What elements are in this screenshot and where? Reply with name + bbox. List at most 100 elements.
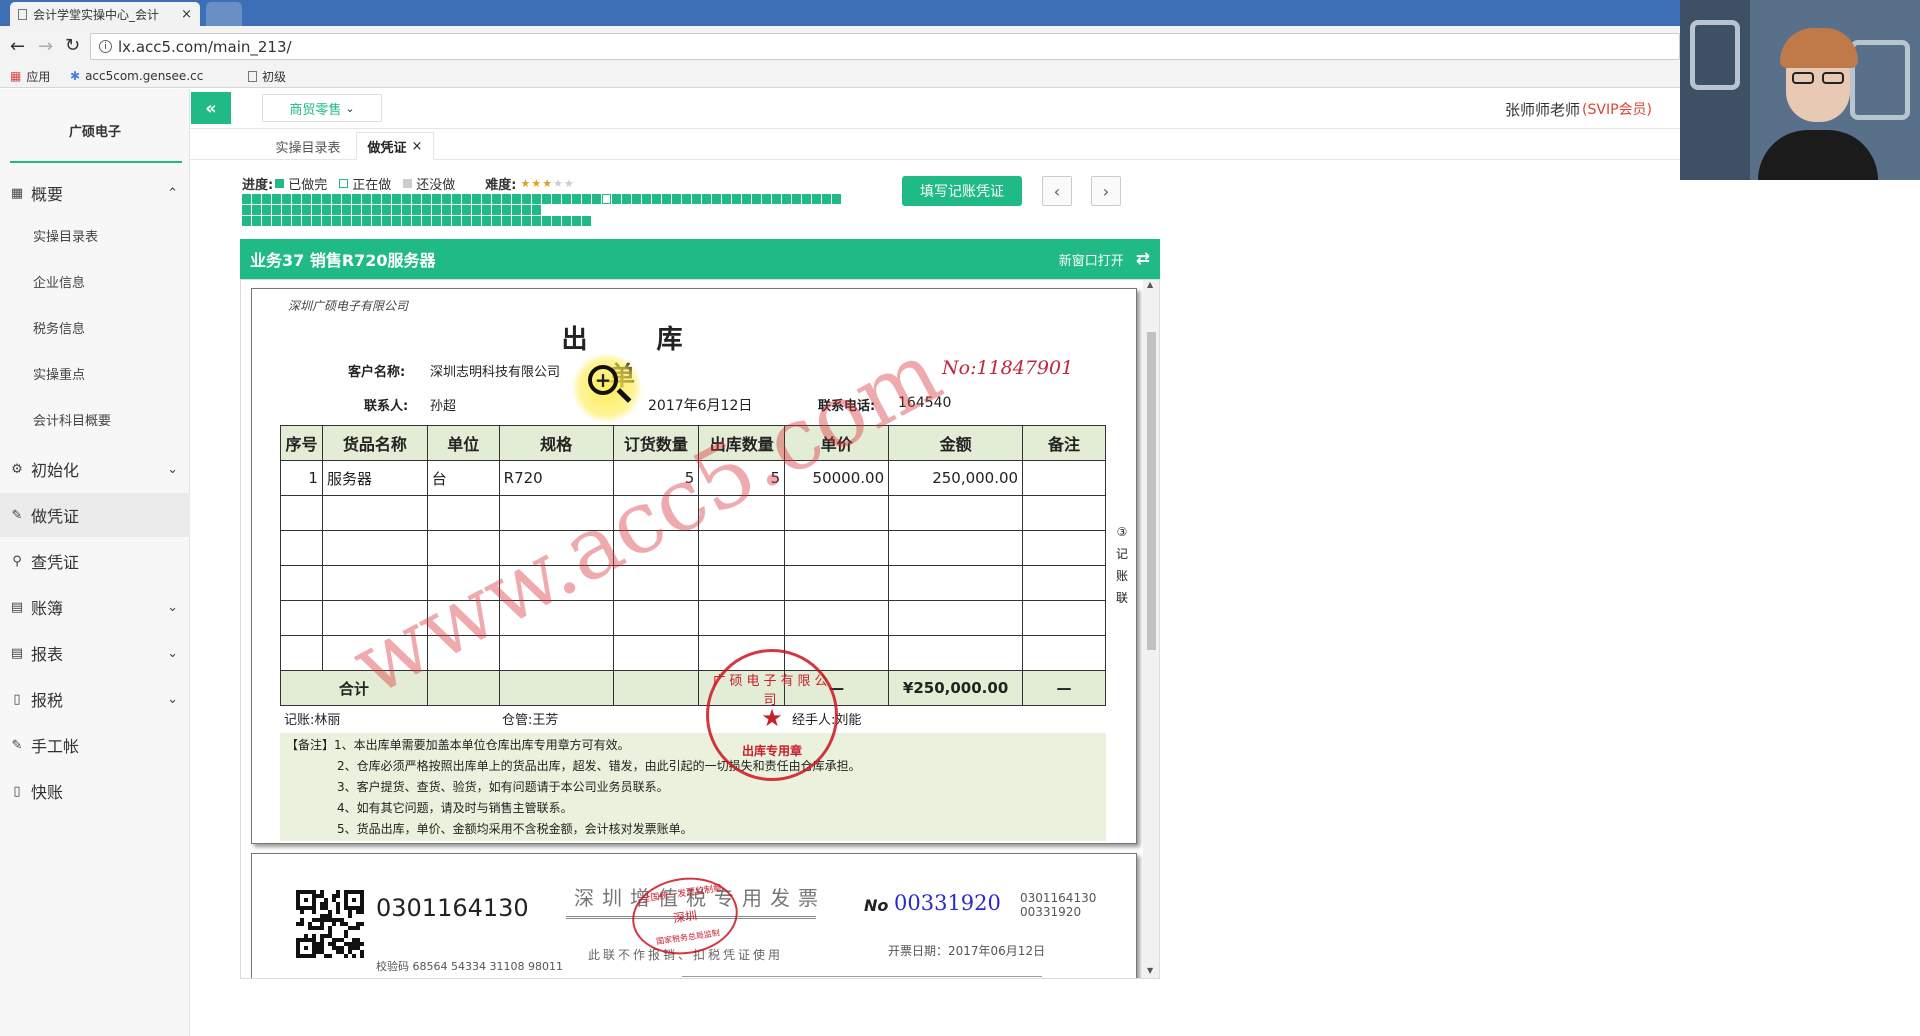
sidebar-item-1[interactable]: ⚙ 初始化 ⌄ [0,447,190,491]
progress-cell[interactable] [442,205,451,215]
progress-cell[interactable] [502,216,511,226]
collapse-sidebar-button[interactable]: « [191,92,231,124]
sidebar-item-7[interactable]: ✎ 手工帐 [0,723,190,767]
progress-cell[interactable] [782,194,791,204]
tab-voucher[interactable]: 做凭证 × [356,132,434,160]
next-button[interactable]: › [1091,176,1121,206]
progress-cell[interactable] [352,216,361,226]
progress-cell[interactable] [472,205,481,215]
progress-cell[interactable] [472,216,481,226]
progress-cell[interactable] [532,216,541,226]
address-bar[interactable]: i lx.acc5.com/main_213/ [90,33,1680,60]
sidebar-item-6[interactable]: ▯ 报税 ⌄ [0,677,190,721]
progress-cell[interactable] [422,216,431,226]
progress-cell[interactable] [292,194,301,204]
progress-cell[interactable] [692,194,701,204]
bookmark-apps[interactable]: ▦ 应用 [10,66,50,86]
progress-cell[interactable] [612,194,621,204]
progress-cell[interactable] [392,216,401,226]
progress-cell[interactable] [342,205,351,215]
progress-cell[interactable] [242,216,251,226]
progress-cell[interactable] [262,205,271,215]
progress-cell[interactable] [372,194,381,204]
fill-voucher-button[interactable]: 填写记账凭证 [902,176,1022,206]
progress-cell[interactable] [532,205,541,215]
progress-cell[interactable] [792,194,801,204]
sidebar-item-3[interactable]: ⚲ 查凭证 [0,539,190,583]
sidebar-subitem-0[interactable]: 实操目录表 [0,213,190,257]
progress-cell[interactable] [372,205,381,215]
sidebar-item-0[interactable]: ▦ 概要 ⌃ [0,171,190,215]
progress-cell[interactable] [772,194,781,204]
progress-cell[interactable] [492,216,501,226]
bookmark-chuji[interactable]: 初级 [248,66,286,86]
progress-cell[interactable] [502,205,511,215]
progress-cell[interactable] [302,216,311,226]
progress-cell[interactable] [412,205,421,215]
new-tab-button[interactable] [206,2,242,26]
close-icon[interactable]: × [181,7,192,22]
sidebar-subitem-1[interactable]: 企业信息 [0,259,190,303]
progress-cell[interactable] [282,205,291,215]
progress-cell[interactable] [802,194,811,204]
progress-cell[interactable] [592,194,601,204]
progress-cell[interactable] [352,205,361,215]
progress-cell[interactable] [712,194,721,204]
progress-cell[interactable] [362,194,371,204]
sidebar-subitem-3[interactable]: 实操重点 [0,351,190,395]
user-info[interactable]: 张师师老师 (SVIP会员) [1505,99,1652,120]
progress-cell[interactable] [432,194,441,204]
progress-cell[interactable] [322,205,331,215]
progress-cell[interactable] [722,194,731,204]
progress-cell[interactable] [442,216,451,226]
progress-cell[interactable] [482,194,491,204]
progress-cell[interactable] [312,216,321,226]
progress-cell[interactable] [572,216,581,226]
progress-cell[interactable] [272,216,281,226]
progress-cell[interactable] [732,194,741,204]
progress-cell[interactable] [622,194,631,204]
progress-cell[interactable] [552,194,561,204]
progress-cell[interactable] [702,194,711,204]
progress-cell[interactable] [482,205,491,215]
progress-cell[interactable] [432,205,441,215]
progress-cell[interactable] [602,194,611,204]
progress-cell[interactable] [262,216,271,226]
progress-cell[interactable] [522,205,531,215]
progress-cell[interactable] [272,205,281,215]
progress-cell[interactable] [392,205,401,215]
forward-icon[interactable]: → [38,36,53,57]
progress-cell[interactable] [302,205,311,215]
category-dropdown[interactable]: 商贸零售 ⌄ [262,94,382,122]
scroll-down-icon[interactable]: ▼ [1147,966,1153,975]
progress-cell[interactable] [382,216,391,226]
progress-cell[interactable] [672,194,681,204]
progress-cell[interactable] [742,194,751,204]
progress-cell[interactable] [292,205,301,215]
progress-cell[interactable] [402,205,411,215]
progress-cell[interactable] [582,194,591,204]
progress-cell[interactable] [512,205,521,215]
progress-cell[interactable] [552,216,561,226]
progress-cell[interactable] [832,194,841,204]
progress-cell[interactable] [582,216,591,226]
progress-cell[interactable] [522,194,531,204]
progress-cell[interactable] [342,194,351,204]
progress-cell[interactable] [762,194,771,204]
progress-cell[interactable] [682,194,691,204]
progress-cell[interactable] [252,205,261,215]
progress-cell[interactable] [492,194,501,204]
progress-cell[interactable] [252,216,261,226]
progress-cell[interactable] [482,216,491,226]
progress-cell[interactable] [572,194,581,204]
progress-cell[interactable] [662,194,671,204]
progress-cell[interactable] [652,194,661,204]
progress-cell[interactable] [422,205,431,215]
progress-cell[interactable] [382,194,391,204]
progress-cell[interactable] [462,216,471,226]
progress-cell[interactable] [452,205,461,215]
progress-cell[interactable] [372,216,381,226]
progress-cell[interactable] [522,216,531,226]
prev-button[interactable]: ‹ [1042,176,1072,206]
progress-cell[interactable] [332,216,341,226]
